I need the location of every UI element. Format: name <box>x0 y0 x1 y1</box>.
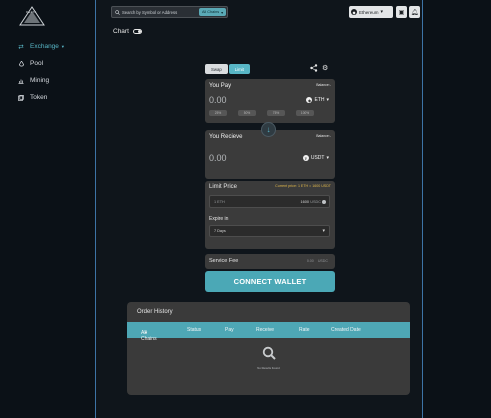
sidebar-item-label: Mining <box>30 77 50 84</box>
column-created-date: Created Date <box>331 327 361 333</box>
sidebar-item-exchange[interactable]: ⇄ Exchange ▼ <box>17 38 65 55</box>
sidebar-item-label: Token <box>30 94 48 101</box>
column-receive: Receive <box>256 327 275 333</box>
order-history-panel: Order History All Chains ▼ Status Pay Re… <box>127 302 410 395</box>
network-label: Ethereum <box>359 9 379 15</box>
column-rate: Rate <box>299 327 310 333</box>
order-history-header: All Chains ▼ Status Pay Receive Rate Cre… <box>127 322 410 342</box>
pay-token-label: ETH <box>314 97 325 103</box>
empty-text: No Results Found <box>257 366 280 370</box>
pay-token-select[interactable]: ◆ ETH ▾ <box>306 97 329 103</box>
limit-title: Limit Price <box>209 184 238 190</box>
sidebar: DELTA ⇄ Exchange ▼ Pool Mining Token <box>0 0 95 418</box>
fee-card: Service Fee 0.00 USDC <box>205 254 335 269</box>
sidebar-item-label: Exchange <box>30 43 59 50</box>
pay-amount-input[interactable]: 0.00 <box>209 95 227 105</box>
chart-bars-icon <box>17 78 25 84</box>
percent-100-button[interactable]: 100% <box>296 110 314 116</box>
expires-label: Expire in <box>209 216 229 222</box>
sidebar-item-token[interactable]: Token <box>17 89 65 106</box>
receive-token-select[interactable]: ₮ USDT ▾ <box>302 155 329 161</box>
limit-field-unit: USDC <box>310 200 321 204</box>
swap-tools: ⚙ <box>310 64 328 74</box>
fee-label: Service Fee <box>209 258 239 264</box>
search-bar[interactable]: Search by Symbol or Address All Chains ▾ <box>111 6 228 18</box>
fee-amount: 0.00 <box>306 259 314 263</box>
coins-icon <box>17 94 25 101</box>
caret-down-icon: ▼ <box>60 44 65 49</box>
order-history-title: Order History <box>137 309 173 315</box>
receive-balance: Balance:- <box>316 134 331 138</box>
swap-tabs: Swap Limit <box>205 64 250 74</box>
percent-50-button[interactable]: 50% <box>238 110 256 116</box>
expires-value: 7 Days <box>214 229 226 233</box>
sidebar-nav: ⇄ Exchange ▼ Pool Mining Token <box>17 38 65 106</box>
connect-wallet-button[interactable]: CONNECT WALLET <box>205 271 335 292</box>
search-icon <box>115 9 120 15</box>
chevron-down-icon: ▾ <box>326 155 329 161</box>
pay-balance: Balance:- <box>316 83 331 87</box>
pay-title: You Pay <box>209 83 232 89</box>
receive-card: You Recieve Balance:- 0.00 ₮ USDT ▾ <box>205 130 335 179</box>
network-select[interactable]: ◆ Ethereum ▾ <box>349 6 393 18</box>
limit-price-input[interactable]: 1 ETH 1600 USDC <box>209 195 330 208</box>
ethereum-icon: ◆ <box>306 97 313 103</box>
limit-field-value: 1600 <box>300 200 309 204</box>
caret-down-icon: ▼ <box>144 330 148 335</box>
gear-icon[interactable]: ⚙ <box>322 64 328 74</box>
current-price: Current price: 1 ETH = 1600 USDT <box>275 184 331 188</box>
pay-card: You Pay Balance:- 0.00 ◆ ETH ▾ 25% 50% 7… <box>205 79 335 123</box>
bell-icon: 🔔︎ <box>410 9 419 16</box>
tether-icon: ₮ <box>302 155 309 161</box>
notifications-button[interactable]: 🔔︎ <box>409 6 420 18</box>
fee-unit: USDC <box>317 259 328 263</box>
sidebar-item-mining[interactable]: Mining <box>17 72 65 89</box>
logo-text: DELTA <box>26 10 37 14</box>
magnifier-icon <box>262 346 276 360</box>
chevron-down-icon: ▾ <box>380 9 384 15</box>
sidebar-item-pool[interactable]: Pool <box>17 55 65 72</box>
logo-icon <box>19 6 45 26</box>
fee-value: 0.00 USDC <box>307 259 328 263</box>
toggle-switch[interactable] <box>132 29 142 34</box>
percent-25-button[interactable]: 25% <box>209 110 227 116</box>
chevron-down-icon: ▾ <box>322 228 325 234</box>
wallet-button[interactable]: ▣ <box>396 6 407 18</box>
ethereum-icon: ◆ <box>351 9 357 15</box>
chevron-down-icon: ▾ <box>326 97 329 103</box>
wallet-icon: ▣ <box>398 9 405 16</box>
limit-card: Limit Price Current price: 1 ETH = 1600 … <box>205 181 335 249</box>
percent-buttons: 25% 50% 75% 100% <box>209 110 314 116</box>
main-panel: Search by Symbol or Address All Chains ▾… <box>95 0 423 418</box>
chain-filter-select[interactable]: All Chains ▾ <box>199 8 226 16</box>
limit-field-label: 1 ETH <box>214 200 225 204</box>
column-pay: Pay <box>225 327 234 333</box>
percent-75-button[interactable]: 75% <box>267 110 285 116</box>
tab-swap[interactable]: Swap <box>205 64 228 74</box>
chart-toggle-label: Chart <box>113 28 129 35</box>
receive-title: You Recieve <box>209 134 243 140</box>
receive-amount-input[interactable]: 0.00 <box>209 153 227 163</box>
droplet-icon <box>17 60 25 67</box>
column-status: Status <box>187 327 202 333</box>
empty-state: No Results Found <box>127 346 410 370</box>
share-icon[interactable] <box>310 64 318 74</box>
tab-limit[interactable]: Limit <box>228 64 250 74</box>
chevron-down-icon: ▾ <box>221 10 223 15</box>
receive-token-label: USDT <box>310 155 325 161</box>
exchange-icon: ⇄ <box>18 43 24 51</box>
reset-icon[interactable] <box>322 200 326 204</box>
expires-select[interactable]: 7 Days ▾ <box>209 225 330 237</box>
chain-filter-label: All Chains <box>202 10 220 14</box>
swap-direction-button[interactable]: ↓ <box>261 122 276 137</box>
chart-toggle[interactable]: Chart <box>113 28 142 35</box>
arrow-down-icon: ↓ <box>266 125 271 134</box>
sidebar-item-label: Pool <box>30 60 44 67</box>
